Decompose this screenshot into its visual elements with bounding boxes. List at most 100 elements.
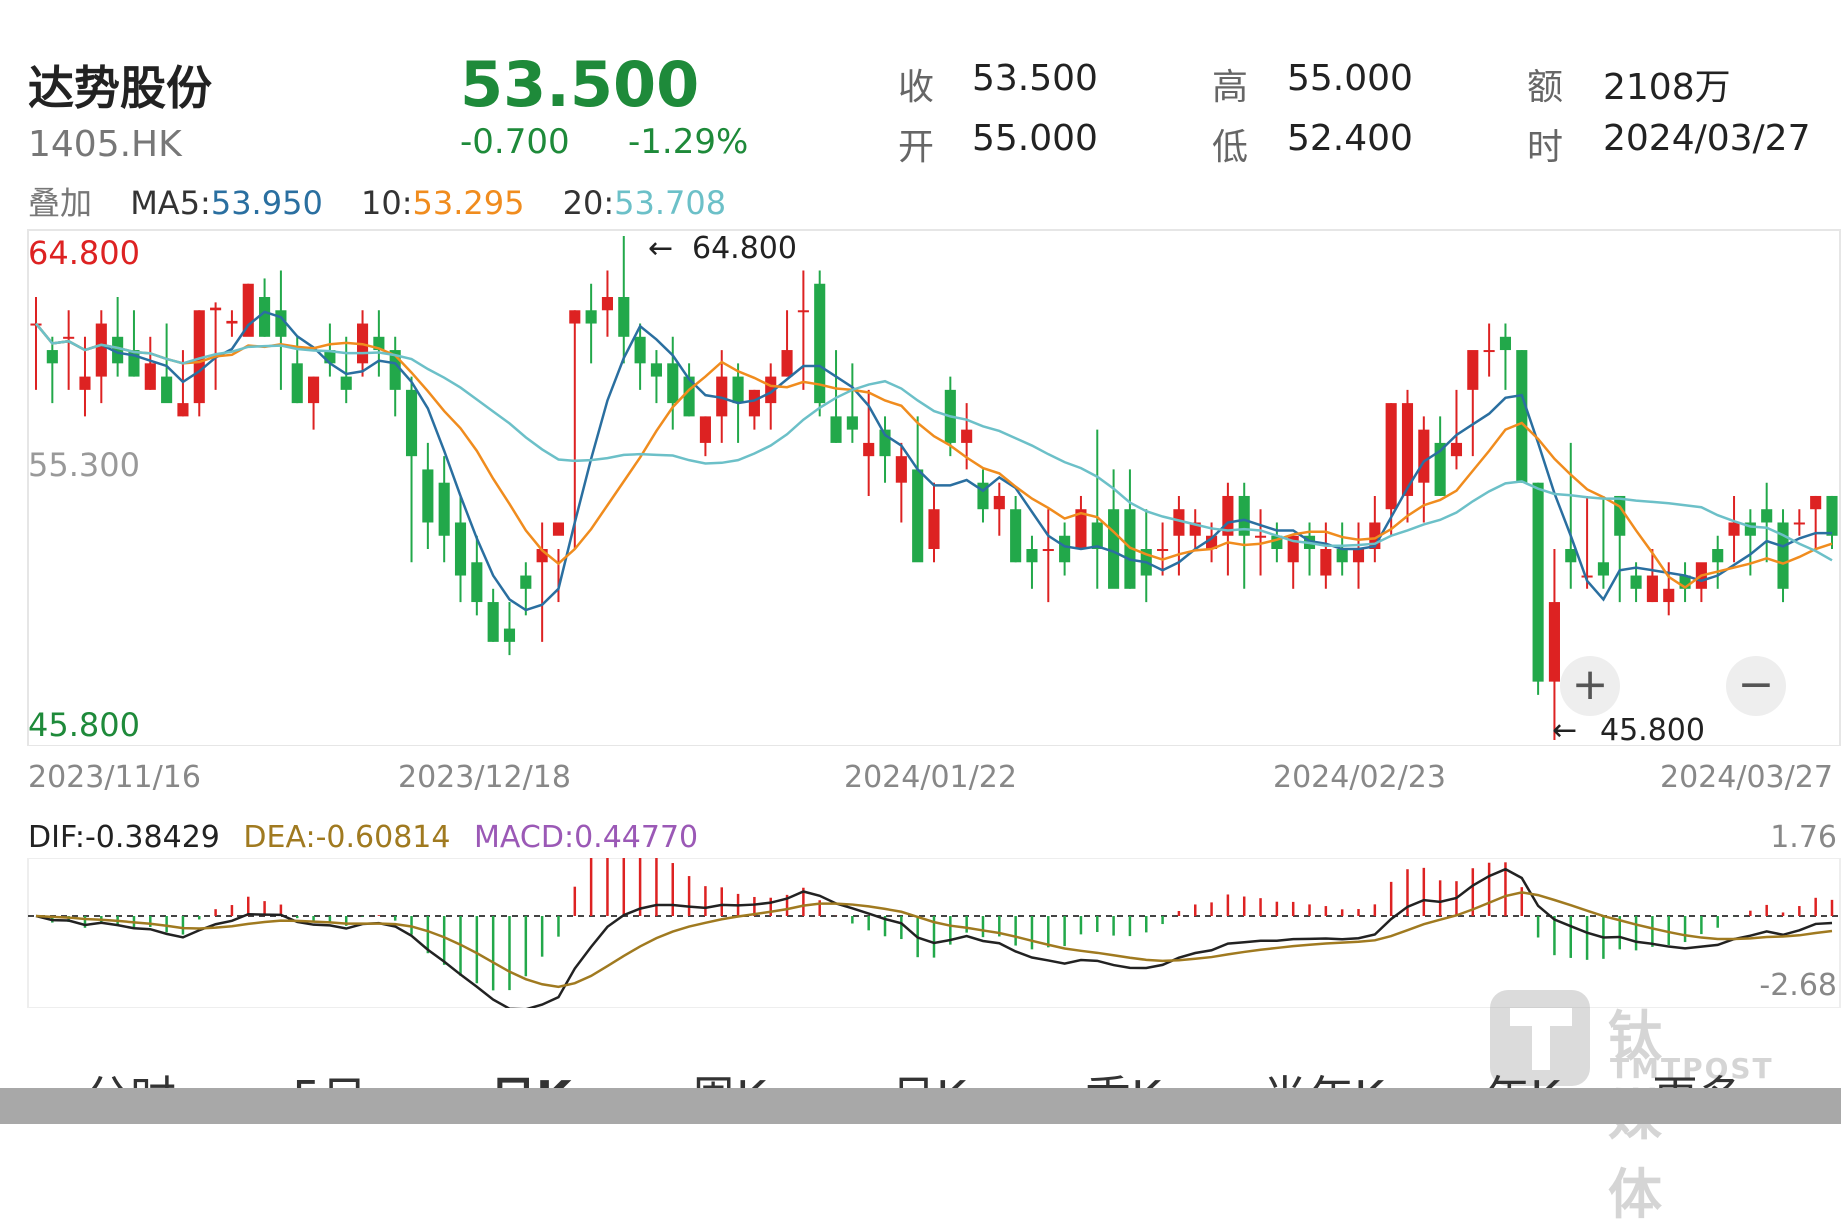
candle-body [1483, 350, 1495, 353]
candle-body [405, 389, 418, 457]
candle-body [259, 297, 271, 337]
dea-value: -0.60814 [315, 820, 451, 855]
candle-body [1630, 575, 1642, 589]
ma5-line [35, 310, 1832, 612]
candle-body [1597, 562, 1609, 576]
amount-label: 额 [1527, 67, 1564, 108]
candle-body [1565, 549, 1577, 563]
candle-body [1450, 442, 1463, 457]
macd-legend: DIF:-0.38429 DEA:-0.60814 MACD:0.44770 [28, 820, 698, 855]
candle-body [487, 602, 499, 642]
candle-body [1010, 509, 1022, 563]
max-marker-label: 64.800 [692, 231, 797, 266]
candle-body [291, 363, 303, 404]
candles-group [30, 236, 1838, 740]
candle-body [1548, 602, 1560, 682]
dif-value: -0.38429 [84, 820, 220, 855]
x-date-3: 2024/01/22 [844, 760, 1017, 795]
macd-chart[interactable] [0, 858, 1841, 1008]
candle-body [210, 307, 222, 311]
stock-code: 1405.HK [28, 124, 182, 165]
candle-body [1614, 495, 1626, 536]
dea-label: DEA: [243, 820, 316, 855]
y-tick-min: 45.800 [28, 706, 140, 744]
candle-body [422, 469, 434, 523]
candle-body [503, 628, 516, 642]
candle-body [1728, 522, 1740, 536]
x-date-5: 2024/03/27 [1660, 760, 1833, 795]
candle-body [144, 363, 156, 390]
candle-body [797, 310, 809, 313]
close-label: 收 [898, 67, 935, 108]
candle-body [1352, 549, 1365, 563]
candle-body [454, 522, 467, 576]
zoom-in-button[interactable]: + [1560, 656, 1620, 716]
bottom-bar [0, 1088, 1841, 1124]
candle-body [63, 336, 75, 339]
ma-legend: 叠加 MA5:53.950 10:53.295 20:53.708 [28, 178, 754, 224]
candle-body [1793, 522, 1805, 525]
candle-body [732, 376, 744, 404]
candle-body [961, 429, 973, 443]
price-change-pct: -1.29% [628, 122, 749, 162]
last-price: 53.500 [460, 48, 700, 121]
candle-body [863, 442, 875, 457]
candle-body [1499, 336, 1512, 351]
candle-body [781, 350, 793, 377]
candle-body [471, 562, 483, 603]
candle-body [438, 482, 450, 536]
candle-body [1059, 535, 1071, 563]
candle-body [1157, 549, 1169, 552]
candle-body [1646, 575, 1658, 603]
candle-body [618, 297, 630, 337]
candle-body [1516, 350, 1528, 483]
y-tick-max: 64.800 [28, 234, 140, 272]
low-label: 低 [1212, 127, 1249, 168]
candle-body [830, 416, 842, 443]
candle-body [1532, 482, 1544, 682]
amount-value: 2108万 [1603, 67, 1731, 108]
candle-body [1712, 549, 1724, 563]
stock-name: 达势股份 [28, 61, 212, 115]
high-label: 高 [1212, 67, 1249, 108]
candle-body [340, 376, 352, 390]
candle-body [1320, 549, 1332, 576]
candle-body [552, 522, 565, 536]
candle-body [895, 456, 907, 483]
zoom-out-button[interactable]: − [1726, 656, 1786, 716]
candle-body [46, 350, 58, 364]
candle-body [1467, 350, 1479, 390]
candle-body [1026, 549, 1038, 563]
candle-body [1826, 495, 1838, 536]
ma20-legend: 20:53.708 [563, 184, 726, 222]
y-tick-mid: 55.300 [28, 446, 140, 484]
candle-body [1091, 522, 1103, 550]
ma20-label: 20: [562, 184, 615, 222]
candle-body [928, 509, 940, 550]
time-label: 时 [1527, 127, 1564, 168]
candle-body [634, 336, 646, 364]
candle-body [699, 416, 711, 443]
candle-body [520, 575, 532, 589]
candle-body [161, 376, 173, 404]
candle-body [993, 495, 1005, 510]
low-value: 52.400 [1287, 118, 1413, 159]
min-marker-arrow: ← [1552, 713, 1577, 746]
candle-body [95, 323, 107, 377]
macd-top-value: 1.76 [1770, 820, 1837, 855]
macd-label: MACD: [474, 820, 575, 855]
candle-body [1336, 549, 1348, 563]
candle-body [912, 469, 924, 563]
candle-body [1663, 588, 1675, 603]
open-label: 开 [898, 127, 935, 168]
overlay-toggle[interactable]: 叠加 [28, 184, 92, 222]
candle-body [1761, 509, 1773, 523]
candle-body [650, 363, 662, 377]
candle-body [226, 320, 238, 324]
ma10-value: 53.295 [412, 184, 525, 222]
candle-body [846, 416, 858, 430]
dif-label: DIF: [28, 820, 85, 855]
x-date-2: 2023/12/18 [398, 760, 571, 795]
min-marker-label: 45.800 [1600, 713, 1705, 746]
x-date-1: 2023/11/16 [28, 760, 201, 795]
